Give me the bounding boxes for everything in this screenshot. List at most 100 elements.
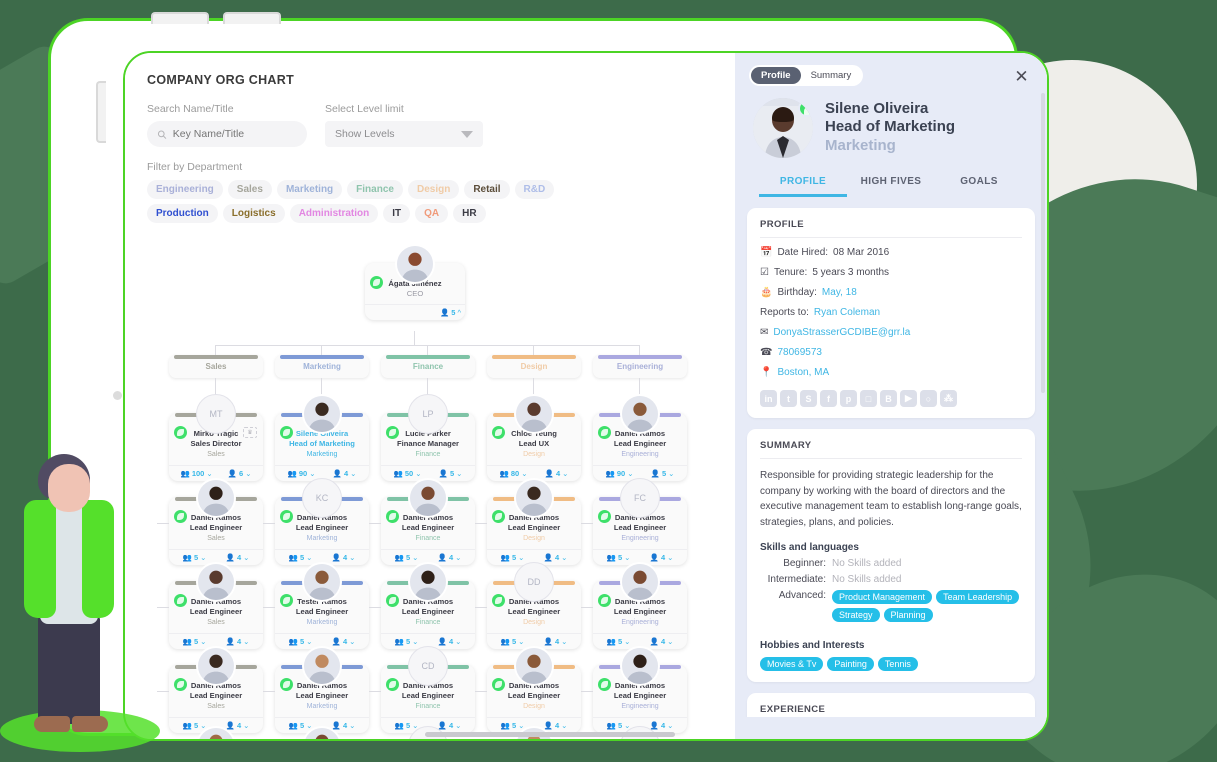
reports-count[interactable]: 👤 4 ⌄ — [544, 637, 568, 646]
department-header-engineering[interactable]: Engineering — [593, 355, 687, 378]
profile-scroll-area[interactable]: PROFILE 📅 Date Hired: 08 Mar 2016 ☑ Tenu… — [735, 197, 1047, 717]
department-chip-administration[interactable]: Administration — [289, 204, 379, 223]
org-node-card[interactable]: Daniel Ramos Lead Engineer Finance 👥 5 ⌄ 👤 4 ⌄ — [381, 478, 475, 565]
team-count[interactable]: 👥 5 ⌄ — [607, 637, 631, 646]
team-count[interactable]: 👥 5 ⌄ — [501, 637, 525, 646]
video-icon[interactable]: ▶ — [900, 390, 917, 407]
birthday-value[interactable]: May, 18 — [822, 287, 857, 298]
twitter-icon[interactable]: t — [780, 390, 797, 407]
team-count[interactable]: 👥 5 ⌄ — [395, 721, 419, 730]
toggle-profile[interactable]: Profile — [751, 67, 801, 84]
team-count[interactable]: 👥 5 ⌄ — [501, 721, 525, 730]
team-count[interactable]: 👥 80 ⌄ — [500, 469, 528, 478]
department-chip-it[interactable]: IT — [383, 204, 411, 223]
org-node-card[interactable]: Daniel Ramos Lead Engineer Engineering 👥 5 ⌄ 👤… — [593, 562, 687, 649]
email-value[interactable]: DonyaStrasserGCDIBE@grr.la — [773, 327, 910, 338]
team-count[interactable]: 👥 5 ⌄ — [289, 721, 313, 730]
reports-count[interactable]: 👤 4 ⌄ — [438, 637, 462, 646]
org-node-card[interactable]: Daniel Ramos Lead Engineer Sales 👥 5 ⌄ 👤 4 ⌄ — [169, 478, 263, 565]
org-node-card[interactable]: DD Daniel Ramos Lead Engineer Design 👥 5 ⌄ 👤 4 ⌄ — [487, 562, 581, 649]
profile-summary-toggle[interactable]: Profile Summary — [749, 65, 864, 86]
team-count[interactable]: 👥 90 ⌄ — [606, 469, 634, 478]
department-chip-r-d[interactable]: R&D — [514, 180, 555, 199]
phone-value[interactable]: 78069573 — [777, 347, 822, 358]
team-count[interactable]: 👥 5 ⌄ — [607, 721, 631, 730]
skill-tag[interactable]: Team Leadership — [936, 590, 1020, 604]
org-node-card[interactable]: KC Daniel Ramos Lead Engineer Marketing 👥 5 ⌄ 👤… — [275, 478, 369, 565]
org-chart-canvas[interactable]: Ágata Jiménez CEO 👤 5 ^ Sales Marketing Financ… — [147, 244, 747, 739]
reports-count[interactable]: 👤 4 ⌄ — [333, 469, 357, 478]
org-node-card[interactable]: MT ♛ Mirko Tragic Sales Director Sales 👥 100 ⌄ 👤… — [169, 394, 263, 481]
slack-icon[interactable]: ⁂ — [940, 390, 957, 407]
reports-count[interactable]: 👤 4 ⌄ — [226, 553, 250, 562]
location-value[interactable]: Boston, MA — [777, 367, 829, 378]
reports-count[interactable]: 👤 4 ⌄ — [332, 553, 356, 562]
department-header-finance[interactable]: Finance — [381, 355, 475, 378]
reports-count[interactable]: 👤 4 ⌄ — [438, 553, 462, 562]
behance-icon[interactable]: B — [880, 390, 897, 407]
skill-tag[interactable]: Planning — [883, 608, 933, 622]
toggle-summary[interactable]: Summary — [801, 67, 862, 84]
org-node-card[interactable]: Daniel Ramos Lead Engineer Design 👥 5 ⌄ 👤 4 ⌄ — [487, 478, 581, 565]
tab-profile[interactable]: PROFILE — [759, 176, 847, 197]
reports-count[interactable]: 👤 4 ⌄ — [332, 721, 356, 730]
linkedin-icon[interactable]: in — [760, 390, 777, 407]
reports-count[interactable]: 👤 4 ⌄ — [650, 637, 674, 646]
hobby-tag[interactable]: Painting — [827, 657, 874, 671]
team-count[interactable]: 👥 5 ⌄ — [395, 637, 419, 646]
team-count[interactable]: 👥 5 ⌄ — [183, 637, 207, 646]
department-header-sales[interactable]: Sales — [169, 355, 263, 378]
close-icon[interactable]: ✕ — [1014, 68, 1029, 85]
department-chip-design[interactable]: Design — [407, 180, 460, 199]
org-node-card[interactable]: Tester Ramos Lead Engineer Marketing 👥 5 ⌄ 👤 4 ⌄ — [275, 562, 369, 649]
team-count[interactable]: 👥 5 ⌄ — [183, 721, 207, 730]
whatsapp-icon[interactable]: ○ — [920, 390, 937, 407]
org-node-card[interactable]: Daniel Ramos Lead Engineer Design 👥 5 ⌄ 👤 4 ⌄ — [487, 646, 581, 733]
team-count[interactable]: 👥 5 ⌄ — [183, 553, 207, 562]
pinterest-icon[interactable]: p — [840, 390, 857, 407]
team-count[interactable]: 👥 5 ⌄ — [607, 553, 631, 562]
team-count[interactable]: 👥 90 ⌄ — [288, 469, 316, 478]
team-count[interactable]: 👥 5 ⌄ — [501, 553, 525, 562]
org-node-card[interactable]: Chloe Yeung Lead UX Design 👥 80 ⌄ 👤 4 ⌄ — [487, 394, 581, 481]
level-select[interactable]: Show Levels — [325, 121, 483, 147]
team-count[interactable]: 👥 5 ⌄ — [289, 553, 313, 562]
org-node-root[interactable]: Ágata Jiménez CEO 👤 5 ^ — [365, 244, 465, 320]
reports-count[interactable]: 👤 4 ⌄ — [438, 721, 462, 730]
team-count[interactable]: 👥 50 ⌄ — [394, 469, 422, 478]
reports-count[interactable]: 👤 5 ⌄ — [439, 469, 463, 478]
reports-count[interactable]: 👤 4 ⌄ — [226, 721, 250, 730]
hobby-tag[interactable]: Tennis — [877, 657, 918, 671]
department-chip-marketing[interactable]: Marketing — [276, 180, 343, 199]
hobby-tag[interactable]: Movies & Tv — [760, 657, 824, 671]
horizontal-scrollbar[interactable] — [425, 732, 675, 737]
facebook-icon[interactable]: f — [820, 390, 837, 407]
org-node-card[interactable]: Daniel Ramos Lead Engineer Finance 👥 5 ⌄ 👤 4 ⌄ — [381, 562, 475, 649]
department-chip-qa[interactable]: QA — [415, 204, 449, 223]
department-chip-production[interactable]: Production — [147, 204, 218, 223]
reports-count[interactable]: 👤 4 ⌄ — [650, 721, 674, 730]
department-chip-engineering[interactable]: Engineering — [147, 180, 223, 199]
reports-count[interactable]: 👤 5 ^ — [440, 308, 461, 317]
instagram-icon[interactable]: □ — [860, 390, 877, 407]
skill-tag[interactable]: Product Management — [832, 590, 933, 604]
org-node-card[interactable]: Daniel Ramos Lead Engineer Engineering 👥 5 ⌄ 👤… — [593, 646, 687, 733]
department-header-marketing[interactable]: Marketing — [275, 355, 369, 378]
skill-tag[interactable]: Strategy — [832, 608, 880, 622]
reports-count[interactable]: 👤 4 ⌄ — [544, 553, 568, 562]
profile-scrollbar[interactable] — [1041, 93, 1045, 393]
department-chip-logistics[interactable]: Logistics — [222, 204, 285, 223]
reports-count[interactable]: 👤 4 ⌄ — [226, 637, 250, 646]
org-node-card[interactable]: LP Lucie Parker Finance Manager Finance 👥 50 ⌄… — [381, 394, 475, 481]
org-node-card[interactable]: FC Daniel Ramos Lead Engineer Engineering 👥 5… — [593, 478, 687, 565]
team-count[interactable]: 👥 5 ⌄ — [289, 637, 313, 646]
search-input-wrapper[interactable] — [147, 121, 307, 147]
department-chip-hr[interactable]: HR — [453, 204, 486, 223]
org-node-card[interactable]: Daniel Ramos Lead Engineer Sales 👥 5 ⌄ 👤 4 ⌄ — [169, 646, 263, 733]
org-node-card[interactable]: Daniel Ramos Lead Engineer Marketing 👥 5 ⌄ 👤 4 ⌄ — [275, 646, 369, 733]
org-node-card[interactable]: Daniel Ramos Lead Engineer Engineering 👥 90 ⌄… — [593, 394, 687, 481]
reports-count[interactable]: 👤 4 ⌄ — [332, 637, 356, 646]
reports-count[interactable]: 👤 6 ⌄ — [228, 469, 252, 478]
reports-count[interactable]: 👤 4 ⌄ — [544, 721, 568, 730]
tab-high-fives[interactable]: HIGH FIVES — [847, 176, 935, 197]
